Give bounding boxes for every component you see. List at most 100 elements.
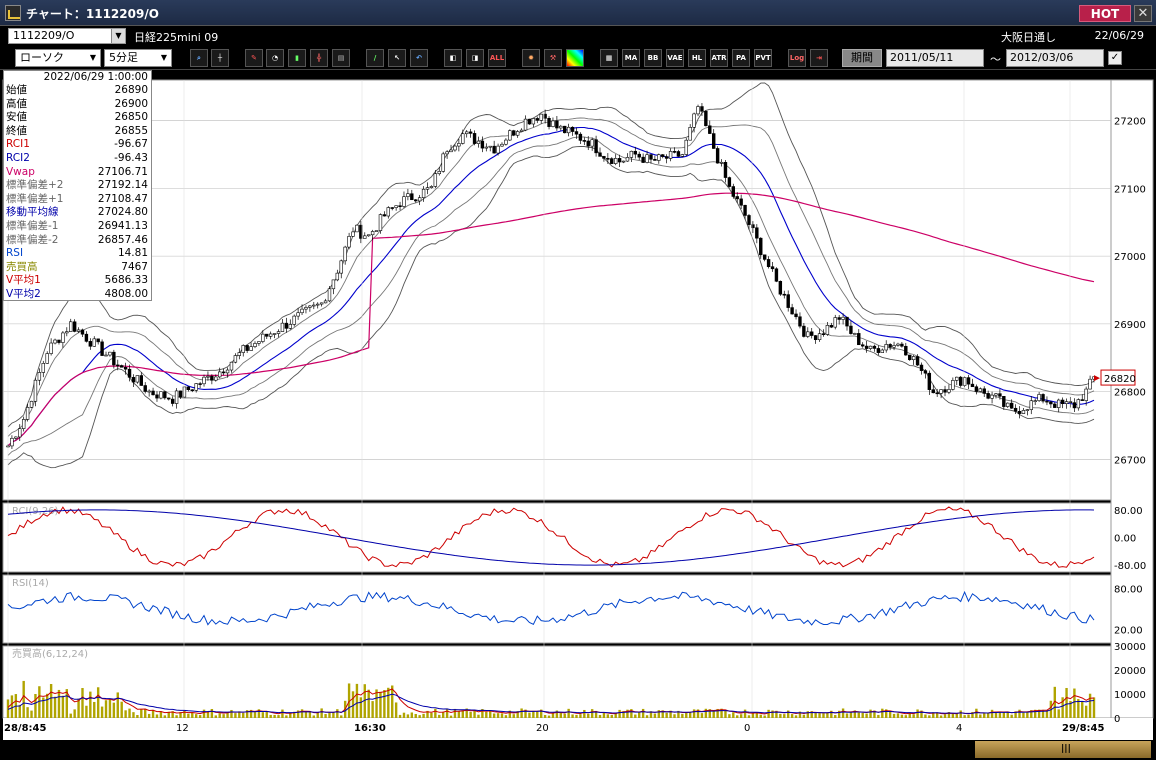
hot-button[interactable]: HOT [1079,5,1131,22]
volume-bar [602,712,606,718]
candle-body [339,260,343,274]
candle-body [727,177,732,187]
volume-bar [438,714,441,718]
candle-body [555,120,559,129]
volume-bar [892,713,896,718]
undo-icon[interactable]: ↶ [410,49,428,67]
volume-bar [253,712,257,718]
atr-button[interactable]: ATR [710,49,728,67]
candle-body [633,150,637,155]
candle-body [531,118,536,125]
drawing-tool-icon[interactable]: ✎ [245,49,263,67]
candle-shift-left-icon[interactable]: ◧ [444,49,462,67]
y-tick-label: 27200 [1114,117,1146,128]
volume-bar [53,696,57,718]
chevron-down-icon[interactable]: ▼ [111,29,125,43]
bb-button[interactable]: BB [644,49,662,67]
candle-body [747,215,751,225]
ma-button[interactable]: MA [622,49,640,67]
candle-body [676,151,681,157]
volume-bar [218,713,221,718]
candle-body [1021,410,1026,414]
crosshair-icon[interactable]: ┼ [211,49,229,67]
volume-bar [783,714,786,718]
instrument-code-select[interactable]: 1112209/O ▼ [8,28,126,44]
volume-bar [281,709,284,718]
period-button[interactable]: 期間 [842,49,882,67]
scrollbar-grip[interactable]: ||| [1061,744,1071,754]
candle-body [253,343,257,347]
info-label: 移動平均線 [6,206,59,219]
grid-icon[interactable]: ▦ [600,49,618,67]
date-to-field[interactable]: 2012/03/06 [1006,49,1104,67]
volume-bar [441,711,445,718]
candle-body [798,316,802,327]
interval-select[interactable]: 5分足 ▼ [104,49,172,67]
info-row: 高値 26900 [4,98,151,112]
split-icon[interactable]: ╬ [310,49,328,67]
info-row: 終値 26855 [4,125,151,139]
candle-shift-right-icon[interactable]: ◨ [466,49,484,67]
close-icon[interactable]: ✕ [1134,5,1152,22]
pa-button[interactable]: PA [732,49,750,67]
volume-bar [46,693,49,718]
volume-bar [610,715,613,718]
candle-body [241,345,245,353]
candle-body [119,365,124,368]
info-row: RCI1 -96.67 [4,138,151,152]
candle-body [523,118,528,131]
bar-chart-icon[interactable]: ▮ [288,49,306,67]
candle-body [813,335,818,341]
volume-bar [685,712,688,718]
volume-bar [759,714,762,718]
volume-bar [598,714,602,718]
export-icon[interactable]: ⇥ [810,49,828,67]
info-value: 27106.71 [97,165,148,178]
color-palette-icon[interactable] [566,49,584,67]
candle-body [370,231,375,236]
volume-bar [398,714,402,718]
candle-body [280,322,285,332]
candle-body [1084,388,1088,401]
volume-bar [430,712,433,718]
zoom-icon[interactable]: ⌕ [190,49,208,67]
apply-checkbox[interactable]: ✓ [1108,51,1122,65]
vae-button[interactable]: VAE [666,49,684,67]
candle-body [1088,378,1092,390]
wrench-icon[interactable]: ⚒ [544,49,562,67]
pen-icon[interactable]: / [366,49,384,67]
candle-body [484,146,489,149]
cursor-icon[interactable]: ↖ [388,49,406,67]
chevron-down-icon[interactable]: ▼ [87,51,99,65]
volume-bar [26,707,29,718]
volume-bar [61,695,65,718]
volume-bar [763,715,766,718]
log-button[interactable]: Log [788,49,806,67]
chart-type-select[interactable]: ローソク ▼ [15,49,101,67]
candle-body [680,154,685,157]
candle-body [1006,402,1010,407]
settings-icon[interactable]: ✹ [522,49,540,67]
last-price-label: 26820 [1104,374,1136,385]
volume-bar [587,713,590,718]
all-icon[interactable]: ALL [488,49,506,67]
candle-body [519,129,524,132]
chevron-down-icon[interactable]: ▼ [158,51,170,65]
volume-bar [528,712,531,718]
candle-body [606,158,610,160]
volume-bar [194,714,198,718]
info-label: 標準偏差+1 [6,192,64,205]
pvt-button[interactable]: PVT [754,49,772,67]
volume-bar [73,709,76,718]
chart-area[interactable]: 27200 27100 27000 26900 26800 26700 26820 28/8:… [0,70,1156,760]
interval-value: 5分足 [109,51,138,64]
date-from-field[interactable]: 2011/05/11 [886,49,984,67]
candle-body [974,386,979,392]
candle-body [661,154,665,157]
compare-icon[interactable]: ◔ [266,49,284,67]
document-icon[interactable]: ▤ [332,49,350,67]
candle-body [433,173,438,187]
hl-button[interactable]: HL [688,49,706,67]
volume-bar [242,713,245,718]
info-value: -96.43 [114,151,148,164]
